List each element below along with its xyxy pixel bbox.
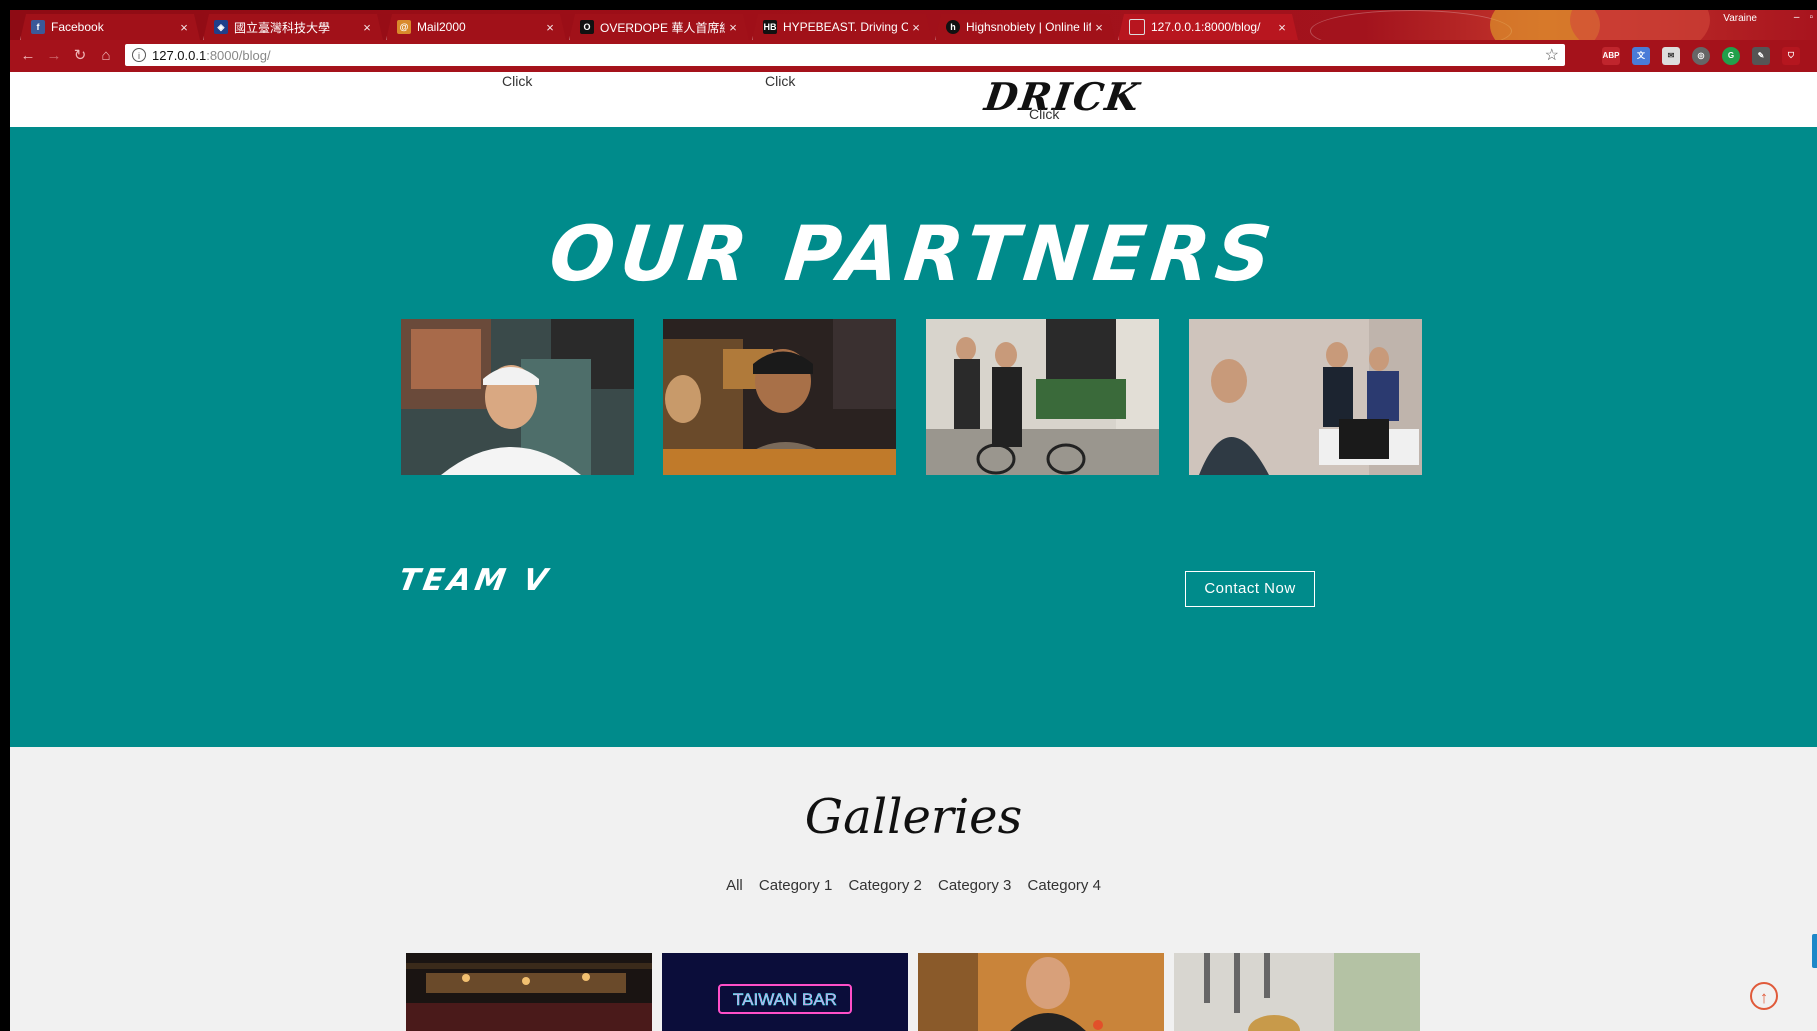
- forward-arrow-icon[interactable]: →: [44, 46, 64, 66]
- tab-title: Highsnobiety | Online life: [966, 20, 1091, 34]
- brand-logo[interactable]: DRICK: [982, 74, 1144, 119]
- shield-icon[interactable]: ⛉: [1782, 47, 1800, 65]
- speed-dial-icon[interactable]: ◎: [1692, 47, 1710, 65]
- top-navigation: Click Click DRICK Click: [10, 72, 1817, 127]
- close-icon[interactable]: ×: [359, 20, 375, 35]
- url-path: :8000/blog/: [206, 47, 271, 63]
- translate-icon[interactable]: 文: [1632, 47, 1650, 65]
- filter-category-1[interactable]: Category 1: [759, 877, 832, 894]
- theme-decoration: [1570, 10, 1710, 40]
- nav-click-link[interactable]: Click: [1029, 106, 1059, 122]
- web-page: Click Click DRICK Click OUR PARTNERS TEA…: [10, 72, 1817, 1031]
- close-icon[interactable]: ×: [1091, 20, 1107, 35]
- window-controls: – ▫: [1794, 12, 1813, 23]
- filter-all[interactable]: All: [726, 877, 743, 894]
- info-icon[interactable]: i: [132, 48, 146, 62]
- gallery-item[interactable]: [918, 953, 1164, 1031]
- tab-highsnobiety[interactable]: h Highsnobiety | Online life ×: [935, 14, 1115, 40]
- arrow-up-icon: ↑: [1759, 988, 1769, 1007]
- close-icon[interactable]: ×: [542, 20, 558, 35]
- url-host: 127.0.0.1: [152, 47, 207, 63]
- tab-title: OVERDOPE 華人首席線上: [600, 20, 720, 35]
- tab-overdope[interactable]: O OVERDOPE 華人首席線上 ×: [569, 14, 749, 40]
- team-label: TEAM V: [395, 563, 554, 598]
- partner-photo[interactable]: [926, 319, 1159, 475]
- highsnobiety-icon: h: [946, 20, 960, 34]
- partners-section: OUR PARTNERS TEAM V Contact Now: [10, 127, 1817, 747]
- reload-icon[interactable]: ↻: [70, 46, 90, 66]
- back-arrow-icon[interactable]: ←: [18, 46, 38, 66]
- tab-facebook[interactable]: f Facebook ×: [20, 14, 200, 40]
- gallery-item[interactable]: TAIWAN BAR: [662, 953, 908, 1031]
- nav-click-link[interactable]: Click: [502, 73, 532, 89]
- section-title: OUR PARTNERS: [545, 209, 1282, 298]
- tab-title: 國立臺灣科技大學: [234, 20, 331, 35]
- close-icon[interactable]: ×: [908, 20, 924, 35]
- partner-photo[interactable]: [663, 319, 896, 475]
- gallery-item[interactable]: [1174, 953, 1420, 1031]
- tab-ntust[interactable]: ◈ 國立臺灣科技大學 ×: [203, 14, 383, 40]
- filter-category-4[interactable]: Category 4: [1028, 877, 1101, 894]
- close-icon[interactable]: ×: [176, 20, 192, 35]
- page-icon: [1129, 19, 1145, 35]
- home-icon[interactable]: ⌂: [96, 46, 116, 66]
- address-bar[interactable]: i 127.0.0.1:8000/blog/ ☆: [125, 44, 1565, 66]
- contact-now-button[interactable]: Contact Now: [1185, 571, 1315, 607]
- filter-category-3[interactable]: Category 3: [938, 877, 1011, 894]
- gallery-item[interactable]: [406, 953, 652, 1031]
- mail-checker-icon[interactable]: ✉: [1662, 47, 1680, 65]
- tab-title: HYPEBEAST. Driving Cult: [783, 20, 908, 34]
- galleries-section: Galleries All Category 1 Category 2 Cate…: [10, 747, 1817, 1031]
- filter-category-2[interactable]: Category 2: [848, 877, 921, 894]
- bookmark-star-icon[interactable]: ☆: [1545, 45, 1559, 65]
- minimize-icon[interactable]: –: [1794, 12, 1800, 23]
- browser-tab-bar: f Facebook × ◈ 國立臺灣科技大學 × @ Mail2000 × O…: [10, 10, 1817, 40]
- tab-mail2000[interactable]: @ Mail2000 ×: [386, 14, 566, 40]
- tab-title: Facebook: [51, 20, 104, 34]
- nav-click-link[interactable]: Click: [765, 73, 795, 89]
- extension-icon[interactable]: ✎: [1752, 47, 1770, 65]
- section-title: Galleries: [804, 789, 1023, 845]
- hypebeast-icon: HB: [763, 22, 777, 32]
- close-icon[interactable]: ×: [725, 20, 741, 35]
- facebook-icon: f: [31, 20, 45, 34]
- maximize-icon[interactable]: ▫: [1809, 12, 1813, 23]
- theme-decoration: [1310, 10, 1512, 40]
- partner-photo[interactable]: [1189, 319, 1422, 475]
- tab-localhost-blog[interactable]: 127.0.0.1:8000/blog/ ×: [1118, 14, 1298, 40]
- tab-title: Mail2000: [417, 20, 466, 34]
- university-icon: ◈: [214, 20, 228, 34]
- tab-title: 127.0.0.1:8000/blog/: [1151, 20, 1261, 34]
- profile-name[interactable]: Varaine: [1723, 13, 1757, 24]
- partner-photo[interactable]: [401, 319, 634, 475]
- grammarly-icon[interactable]: G: [1722, 47, 1740, 65]
- browser-toolbar: ← → ↻ ⌂ i 127.0.0.1:8000/blog/ ☆ ABP 文 ✉…: [10, 40, 1817, 72]
- scroll-to-top-button[interactable]: ↑: [1750, 982, 1778, 1010]
- gallery-filters: All Category 1 Category 2 Category 3 Cat…: [10, 877, 1817, 894]
- neon-sign-text: TAIWAN BAR: [733, 990, 837, 1009]
- adblock-icon[interactable]: ABP: [1602, 47, 1620, 65]
- close-icon[interactable]: ×: [1274, 20, 1290, 35]
- mail2000-icon: @: [397, 20, 411, 34]
- side-feedback-tab[interactable]: [1812, 934, 1817, 968]
- overdope-icon: O: [580, 20, 594, 34]
- tab-hypebeast[interactable]: HB HYPEBEAST. Driving Cult ×: [752, 14, 932, 40]
